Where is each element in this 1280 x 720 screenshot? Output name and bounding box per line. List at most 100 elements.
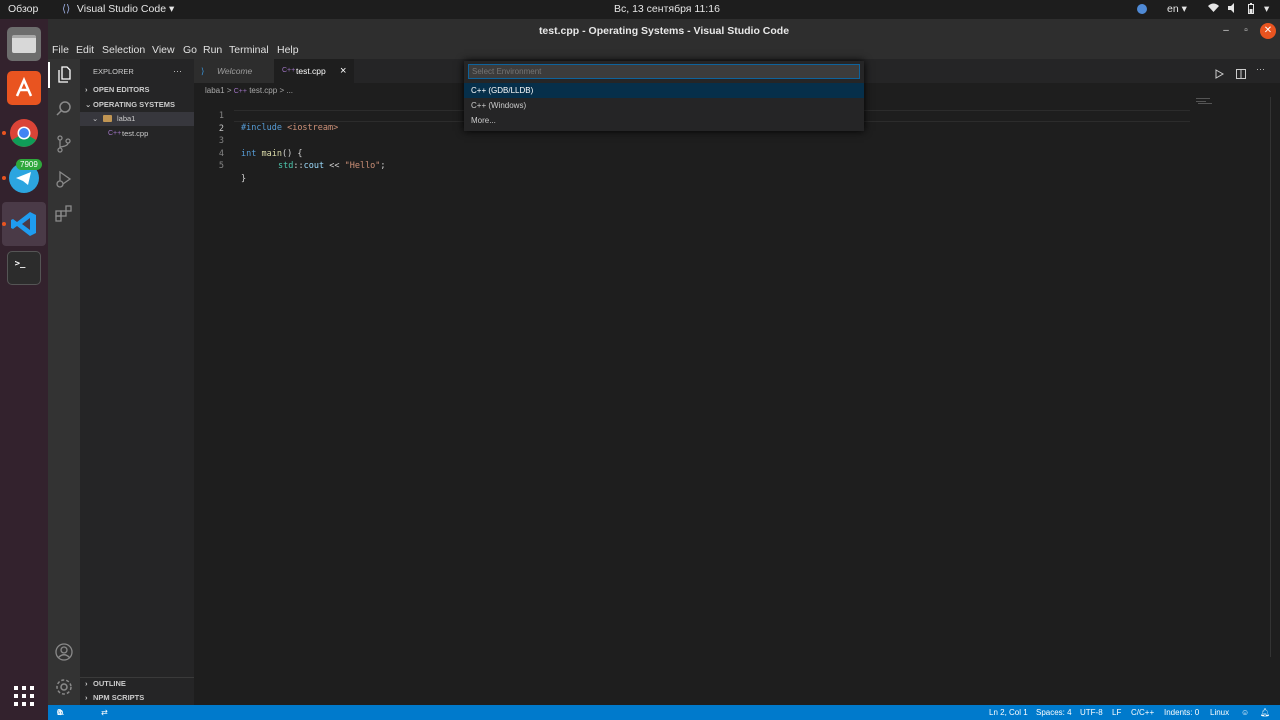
running-indicator — [2, 176, 6, 180]
menu-view[interactable]: View — [152, 44, 175, 56]
workspace-section[interactable]: ⌄ OPERATING SYSTEMS — [80, 98, 194, 112]
encoding[interactable]: UTF-8 — [1080, 705, 1103, 720]
line-ending[interactable]: LF — [1112, 705, 1121, 720]
breadcrumb: laba1 > C++ test.cpp > ... — [205, 84, 293, 98]
globe-icon[interactable] — [1137, 4, 1147, 14]
menu-file[interactable]: File — [52, 44, 69, 56]
cpp-file-icon: C++ — [108, 130, 122, 137]
code-line-2: 2 — [194, 110, 224, 134]
punctuation: :: — [293, 161, 304, 171]
breadcrumb-folder[interactable]: laba1 — [205, 86, 225, 95]
show-applications-icon[interactable] — [7, 679, 41, 713]
menu-help[interactable]: Help — [277, 44, 299, 56]
more-actions-icon[interactable]: ··· — [1256, 64, 1265, 74]
minimap[interactable] — [1194, 96, 1266, 136]
extensions-icon[interactable] — [54, 204, 74, 224]
battery-icon[interactable] — [1248, 3, 1254, 17]
breadcrumb-symbol[interactable]: ... — [286, 86, 293, 95]
menu-go[interactable]: Go — [183, 44, 197, 56]
explorer-icon[interactable] — [54, 65, 74, 85]
workspace-label: OPERATING SYSTEMS — [93, 100, 175, 109]
feedback-icon[interactable]: ☺ — [1241, 705, 1249, 720]
menu-edit[interactable]: Edit — [76, 44, 94, 56]
scrollbar[interactable] — [1270, 97, 1278, 657]
cpp-file-icon: C++ — [233, 88, 247, 95]
gear-icon[interactable] — [54, 677, 74, 697]
menu-run[interactable]: Run — [203, 44, 222, 56]
activity-bar — [48, 59, 80, 705]
running-indicator — [2, 131, 6, 135]
keyword: int — [241, 148, 257, 159]
bell-icon[interactable]: 🔔︎ — [1260, 705, 1270, 720]
code-text: std::cout << "Hello"; — [278, 160, 386, 173]
menu-terminal[interactable]: Terminal — [229, 44, 269, 56]
quick-pick-item[interactable]: More... — [464, 113, 864, 128]
system-menu-caret[interactable]: ▾ — [1264, 3, 1269, 15]
quick-pick-item[interactable]: C++ (Windows) — [464, 98, 864, 113]
open-editors-section[interactable]: › OPEN EDITORS — [80, 83, 194, 97]
terminal-app-icon[interactable]: >_ — [7, 251, 41, 285]
punctuation: ; — [380, 161, 386, 171]
chrome-app-icon[interactable] — [7, 116, 41, 150]
folder-item-laba1[interactable]: ⌄ laba1 — [80, 112, 194, 126]
breadcrumb-file[interactable]: test.cpp — [249, 86, 277, 95]
more-actions-icon[interactable]: ··· — [173, 66, 182, 76]
clock[interactable]: Вс, 13 сентября 11:16 — [614, 3, 720, 15]
split-editor-icon[interactable] — [1236, 66, 1246, 84]
maximize-button[interactable]: ▫ — [1238, 23, 1254, 39]
explorer-sidebar: EXPLORER ··· › OPEN EDITORS ⌄ OPERATING … — [80, 59, 194, 705]
environment-input[interactable] — [468, 64, 860, 79]
volume-icon[interactable] — [1228, 3, 1237, 16]
tab-test-cpp[interactable]: C++ test.cpp × — [274, 59, 354, 83]
indentation[interactable]: Spaces: 4 — [1036, 705, 1072, 720]
search-icon[interactable] — [54, 99, 74, 119]
function-name: main — [261, 148, 282, 159]
menu-selection[interactable]: Selection — [102, 44, 145, 56]
language-mode[interactable]: C/C++ — [1131, 705, 1154, 720]
vscode-small-icon: ⟨⟩ — [62, 3, 71, 15]
running-indicator — [2, 222, 6, 226]
platform[interactable]: Linux — [1210, 705, 1229, 720]
app-menu[interactable]: ⟨⟩ Visual Studio Code ▾ — [62, 3, 174, 15]
account-icon[interactable] — [54, 642, 74, 662]
activities-button[interactable]: Обзор — [8, 3, 38, 15]
npm-scripts-section[interactable]: › NPM SCRIPTS — [80, 691, 194, 705]
chevron-right-icon: › — [85, 85, 88, 94]
app-menu-label: Visual Studio Code — [76, 3, 167, 15]
run-debug-icon[interactable] — [54, 169, 74, 189]
file-item-test-cpp[interactable]: C++ test.cpp — [80, 127, 194, 141]
wifi-icon[interactable] — [1208, 3, 1219, 16]
cursor-position[interactable]: Ln 2, Col 1 — [989, 705, 1028, 720]
code-text: int main() { — [241, 148, 302, 161]
run-icon[interactable] — [1214, 66, 1225, 84]
close-button[interactable]: ✕ — [1260, 23, 1276, 39]
line-number: 5 — [218, 161, 224, 171]
close-icon[interactable]: × — [340, 59, 346, 83]
quick-pick-item[interactable]: C++ (GDB/LLDB) — [464, 83, 864, 98]
tab-label: Welcome — [217, 66, 253, 76]
warning-count: 0 — [57, 708, 62, 717]
chevron-down-icon: ▾ — [1181, 3, 1187, 15]
namespace: std — [278, 161, 294, 171]
code-text: } — [241, 173, 247, 184]
live-share-icon[interactable]: ⇄ — [101, 705, 108, 720]
file-label: test.cpp — [122, 129, 149, 138]
keyboard-layout[interactable]: en ▾ — [1167, 3, 1187, 15]
outline-section[interactable]: › OUTLINE — [80, 677, 194, 691]
minimize-button[interactable]: ‒ — [1218, 23, 1234, 39]
system-top-bar: Обзор ⟨⟩ Visual Studio Code ▾ Вс, 13 сен… — [0, 0, 1280, 19]
telegram-badge: 7909 — [16, 159, 42, 170]
identifier: cout — [303, 161, 325, 171]
files-app-icon[interactable] — [7, 27, 41, 61]
software-app-icon[interactable] — [7, 71, 41, 105]
indents-info[interactable]: Indents: 0 — [1164, 705, 1199, 720]
code-editor[interactable]: laba1 > C++ test.cpp > ... 1 #include <i… — [194, 83, 1280, 705]
source-control-icon[interactable] — [54, 134, 74, 154]
code-line-5: 5 } — [194, 148, 246, 184]
tab-welcome[interactable]: ⟩ Welcome — [194, 59, 274, 83]
chevron-down-icon: ⌄ — [92, 114, 99, 123]
window-title: test.cpp - Operating Systems - Visual St… — [538, 25, 790, 37]
sidebar-title: EXPLORER — [93, 67, 134, 76]
active-indicator — [48, 62, 50, 88]
vscode-app-icon[interactable] — [2, 202, 46, 246]
